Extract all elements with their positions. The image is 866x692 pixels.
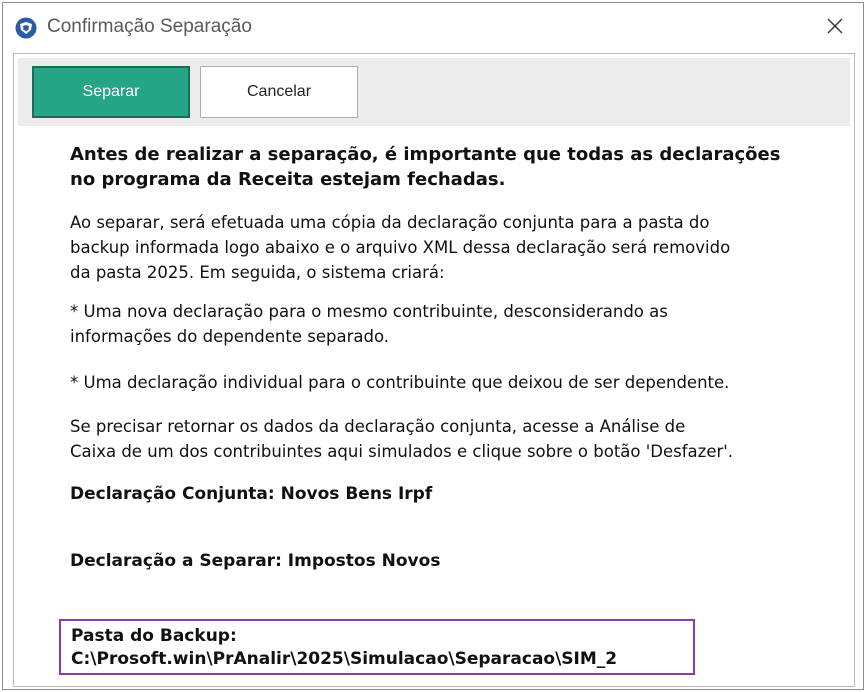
declaracao-conjunta-value: Novos Bens Irpf: [280, 484, 433, 504]
paragraph-copy-info: Ao separar, será efetuada uma cópia da d…: [70, 213, 731, 282]
confirmation-dialog: Confirmação Separação Separar Cancelar A…: [2, 2, 864, 690]
window-title: Confirmação Separação: [47, 16, 252, 37]
declaracao-separar-label: Declaração a Separar:: [70, 551, 282, 571]
warning-heading: Antes de realizar a separação, é importa…: [70, 144, 781, 190]
dialog-content: Separar Cancelar Antes de realizar a sep…: [13, 53, 855, 687]
declaracao-separar-field: Declaração a Separar: Impostos Novos: [70, 551, 440, 571]
backup-folder-label: Pasta do Backup:: [71, 626, 237, 646]
paragraph-new-declaration: * Uma nova declaração para o mesmo contr…: [70, 302, 668, 346]
toolbar: Separar Cancelar: [18, 58, 850, 126]
declaracao-conjunta-field: Declaração Conjunta: Novos Bens Irpf: [70, 484, 432, 504]
separar-button[interactable]: Separar: [32, 66, 190, 118]
close-icon: [826, 17, 844, 39]
shield-logo-icon: [15, 17, 37, 39]
paragraph-undo-info: Se precisar retornar os dados da declara…: [70, 417, 734, 461]
close-button[interactable]: [815, 11, 855, 45]
cancelar-button[interactable]: Cancelar: [200, 66, 358, 118]
backup-folder-path: C:\Prosoft.win\PrAnalir\2025\Simulacao\S…: [71, 649, 618, 669]
declaracao-separar-value: Impostos Novos: [287, 551, 441, 571]
backup-folder-box: Pasta do Backup: C:\Prosoft.win\PrAnalir…: [59, 619, 695, 675]
title-bar: Confirmação Separação: [3, 3, 863, 51]
paragraph-individual-declaration: * Uma declaração individual para o contr…: [70, 373, 730, 392]
declaracao-conjunta-label: Declaração Conjunta:: [70, 484, 275, 504]
